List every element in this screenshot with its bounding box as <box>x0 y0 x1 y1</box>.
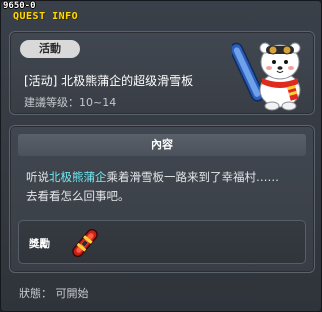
quest-content-panel: 內容 听说北极熊蒲企乘着滑雪板一路来到了幸福村…… 去看看怎么回事吧。 獎勵 <box>9 125 315 273</box>
quest-summary-panel: 活動 [活动] 北极熊蒲企的超级滑雪板 建議等级：10~14 <box>9 31 315 115</box>
description-text: 听说 <box>26 170 49 184</box>
title-bar[interactable]: 9650-0 QUEST INFO <box>1 1 321 25</box>
reward-box: 獎勵 <box>18 220 306 264</box>
quest-description: 听说北极熊蒲企乘着滑雪板一路来到了幸福村…… 去看看怎么回事吧。 <box>26 168 308 206</box>
quest-name: [活动] 北极熊蒲企的超级滑雪板 <box>24 74 194 88</box>
polar-bear-skier-icon <box>229 34 312 112</box>
description-text: 去看看怎么回事吧。 <box>26 189 130 203</box>
quest-id: 9650-0 <box>3 1 36 11</box>
window-title: QUEST INFO <box>13 11 79 22</box>
recommended-level: 建議等级：10~14 <box>24 96 117 109</box>
content-header: 內容 <box>18 134 306 156</box>
quest-info-window: 9650-0 QUEST INFO 活動 [活动] 北极熊蒲企的超级滑雪板 建議… <box>0 0 322 312</box>
category-badge: 活動 <box>20 40 80 58</box>
description-text: 乘着滑雪板一路来到了幸福村…… <box>106 170 280 184</box>
npc-name-highlight[interactable]: 北极熊蒲企 <box>49 170 107 184</box>
snowboard-item-icon[interactable] <box>67 225 103 261</box>
reward-label: 獎勵 <box>29 238 50 250</box>
quest-status: 狀態： 可開始 <box>19 287 89 300</box>
